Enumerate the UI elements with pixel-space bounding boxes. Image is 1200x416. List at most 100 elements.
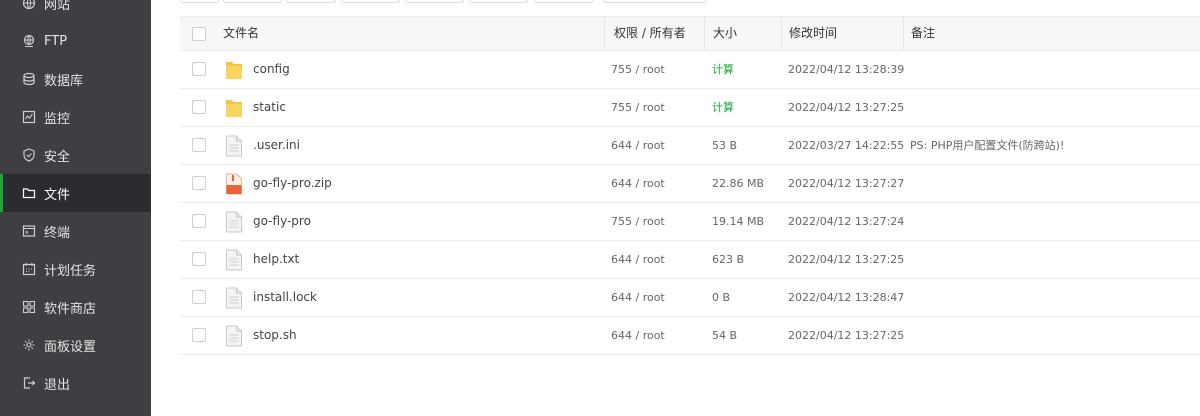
sidebar-item-label: 数据库 (44, 73, 84, 89)
sidebar-item-label: 软件商店 (44, 301, 97, 317)
file-table: 文件名 权限 / 所有者 大小 修改时间 备注 config 755 / root… (180, 16, 1200, 355)
file-modified-time: 2022/04/12 13:27:24 (788, 215, 905, 228)
table-row[interactable]: install.lock 644 / root 0 B 2022/04/12 13:2… (180, 279, 1200, 317)
file-size: 623 B (712, 253, 745, 266)
file-permission[interactable]: 755 / root (611, 203, 665, 240)
header-modified-time[interactable]: 修改时间 (789, 17, 837, 50)
sidebar-item-settings[interactable]: 面板设置 (0, 326, 151, 364)
toolbar-button[interactable] (180, 0, 219, 3)
grid-icon (22, 300, 36, 314)
file-name[interactable]: static (253, 89, 286, 126)
sidebar-item-label: 监控 (44, 111, 71, 127)
calculate-size-link[interactable]: 计算 (712, 51, 734, 88)
toolbar-button[interactable] (469, 0, 528, 3)
monitor-icon (22, 110, 36, 124)
file-icon (225, 249, 243, 271)
table-row[interactable]: stop.sh 644 / root 54 B 2022/04/12 13:27:25 (180, 317, 1200, 355)
sidebar-item-app-store[interactable]: 软件商店 (0, 288, 151, 326)
file-name[interactable]: go-fly-pro (253, 203, 311, 240)
sidebar-item-label: 终端 (44, 225, 71, 241)
folder-icon (22, 186, 36, 200)
table-body: config 755 / root 计算 2022/04/12 13:28:39 sta… (180, 51, 1200, 355)
file-size: 0 B (712, 291, 731, 304)
file-permission[interactable]: 644 / root (611, 279, 665, 316)
header-note: 备注 (911, 26, 936, 40)
file-size: 54 B (712, 329, 738, 342)
sidebar-item-security[interactable]: 安全 (0, 136, 151, 174)
select-all-checkbox[interactable] (192, 27, 206, 41)
file-modified-time: 2022/04/12 13:27:27 (788, 177, 905, 190)
file-name[interactable]: .user.ini (253, 127, 300, 164)
file-icon (225, 325, 243, 347)
table-row[interactable]: help.txt 644 / root 623 B 2022/04/12 13:27:… (180, 241, 1200, 279)
sidebar-item-terminal[interactable]: 终端 (0, 212, 151, 250)
folder-icon (225, 97, 243, 119)
file-name[interactable]: config (253, 51, 290, 88)
file-note[interactable]: PS: PHP用户配置文件(防跨站)! (910, 127, 1064, 164)
app-root: 网站 FTP 数据库 监控 安全 文件 终端 计划任务 软件商店 面板设置 退出… (0, 0, 1200, 416)
file-modified-time: 2022/03/27 14:22:55 (788, 139, 905, 152)
file-permission[interactable]: 755 / root (611, 89, 665, 126)
table-row[interactable]: static 755 / root 计算 2022/04/12 13:27:25 (180, 89, 1200, 127)
sidebar-item-label: FTP (44, 33, 68, 49)
row-checkbox[interactable] (192, 290, 206, 304)
sidebar-item-monitor[interactable]: 监控 (0, 98, 151, 136)
sidebar-item-label: 网站 (44, 0, 71, 13)
sidebar-item-ftp[interactable]: FTP (0, 22, 151, 60)
globe-icon (22, 0, 36, 10)
sidebar-item-label: 文件 (44, 187, 71, 203)
file-name[interactable]: help.txt (253, 241, 299, 278)
file-permission[interactable]: 644 / root (611, 165, 665, 202)
row-checkbox[interactable] (192, 252, 206, 266)
sidebar-item-logout[interactable]: 退出 (0, 364, 151, 402)
row-checkbox[interactable] (192, 176, 206, 190)
header-permission[interactable]: 权限 / 所有者 (614, 17, 686, 50)
table-row[interactable]: go-fly-pro.zip 644 / root 22.86 MB 2022/04/… (180, 165, 1200, 203)
file-name[interactable]: stop.sh (253, 317, 297, 354)
column-divider (781, 17, 782, 50)
file-name[interactable]: install.lock (253, 279, 317, 316)
table-row[interactable]: config 755 / root 计算 2022/04/12 13:28:39 (180, 51, 1200, 89)
sidebar-item-cron[interactable]: 计划任务 (0, 250, 151, 288)
toolbar-button[interactable] (534, 0, 593, 3)
table-row[interactable]: .user.ini 644 / root 53 B 2022/03/27 14:22:… (180, 127, 1200, 165)
toolbar-button[interactable] (603, 0, 707, 3)
sidebar-item-label: 安全 (44, 149, 71, 165)
header-size[interactable]: 大小 (713, 17, 737, 50)
file-modified-time: 2022/04/12 13:27:25 (788, 329, 905, 342)
row-checkbox[interactable] (192, 214, 206, 228)
file-permission[interactable]: 644 / root (611, 127, 665, 164)
sidebar-item-database[interactable]: 数据库 (0, 60, 151, 98)
file-permission[interactable]: 644 / root (611, 317, 665, 354)
toolbar-button[interactable] (341, 0, 400, 3)
toolbar-button[interactable] (405, 0, 464, 3)
header-filename[interactable]: 文件名 (223, 17, 259, 50)
calculate-size-link[interactable]: 计算 (712, 89, 734, 126)
file-modified-time: 2022/04/12 13:28:39 (788, 63, 905, 76)
sidebar-item-websites[interactable]: 网站 (0, 0, 151, 22)
row-checkbox[interactable] (192, 328, 206, 342)
terminal-icon (22, 224, 36, 238)
row-checkbox[interactable] (192, 138, 206, 152)
toolbar-button[interactable] (286, 0, 336, 3)
calendar-icon (22, 262, 36, 276)
row-checkbox[interactable] (192, 100, 206, 114)
column-divider (903, 17, 904, 50)
sidebar-item-files[interactable]: 文件 (0, 174, 151, 212)
row-checkbox[interactable] (192, 62, 206, 76)
file-permission[interactable]: 644 / root (611, 241, 665, 278)
file-size: 53 B (712, 139, 738, 152)
file-permission[interactable]: 755 / root (611, 51, 665, 88)
file-name[interactable]: go-fly-pro.zip (253, 165, 332, 202)
folder-icon (225, 59, 243, 81)
file-modified-time: 2022/04/12 13:28:47 (788, 291, 905, 304)
ftp-globe-icon (22, 34, 36, 48)
file-icon (225, 211, 243, 233)
file-size: 22.86 MB (712, 177, 765, 190)
file-size: 19.14 MB (712, 215, 765, 228)
sidebar-item-label: 退出 (44, 377, 71, 393)
table-header: 文件名 权限 / 所有者 大小 修改时间 备注 (180, 16, 1200, 51)
column-divider (704, 17, 705, 50)
toolbar-button[interactable] (223, 0, 282, 3)
table-row[interactable]: go-fly-pro 755 / root 19.14 MB 2022/04/12 1… (180, 203, 1200, 241)
